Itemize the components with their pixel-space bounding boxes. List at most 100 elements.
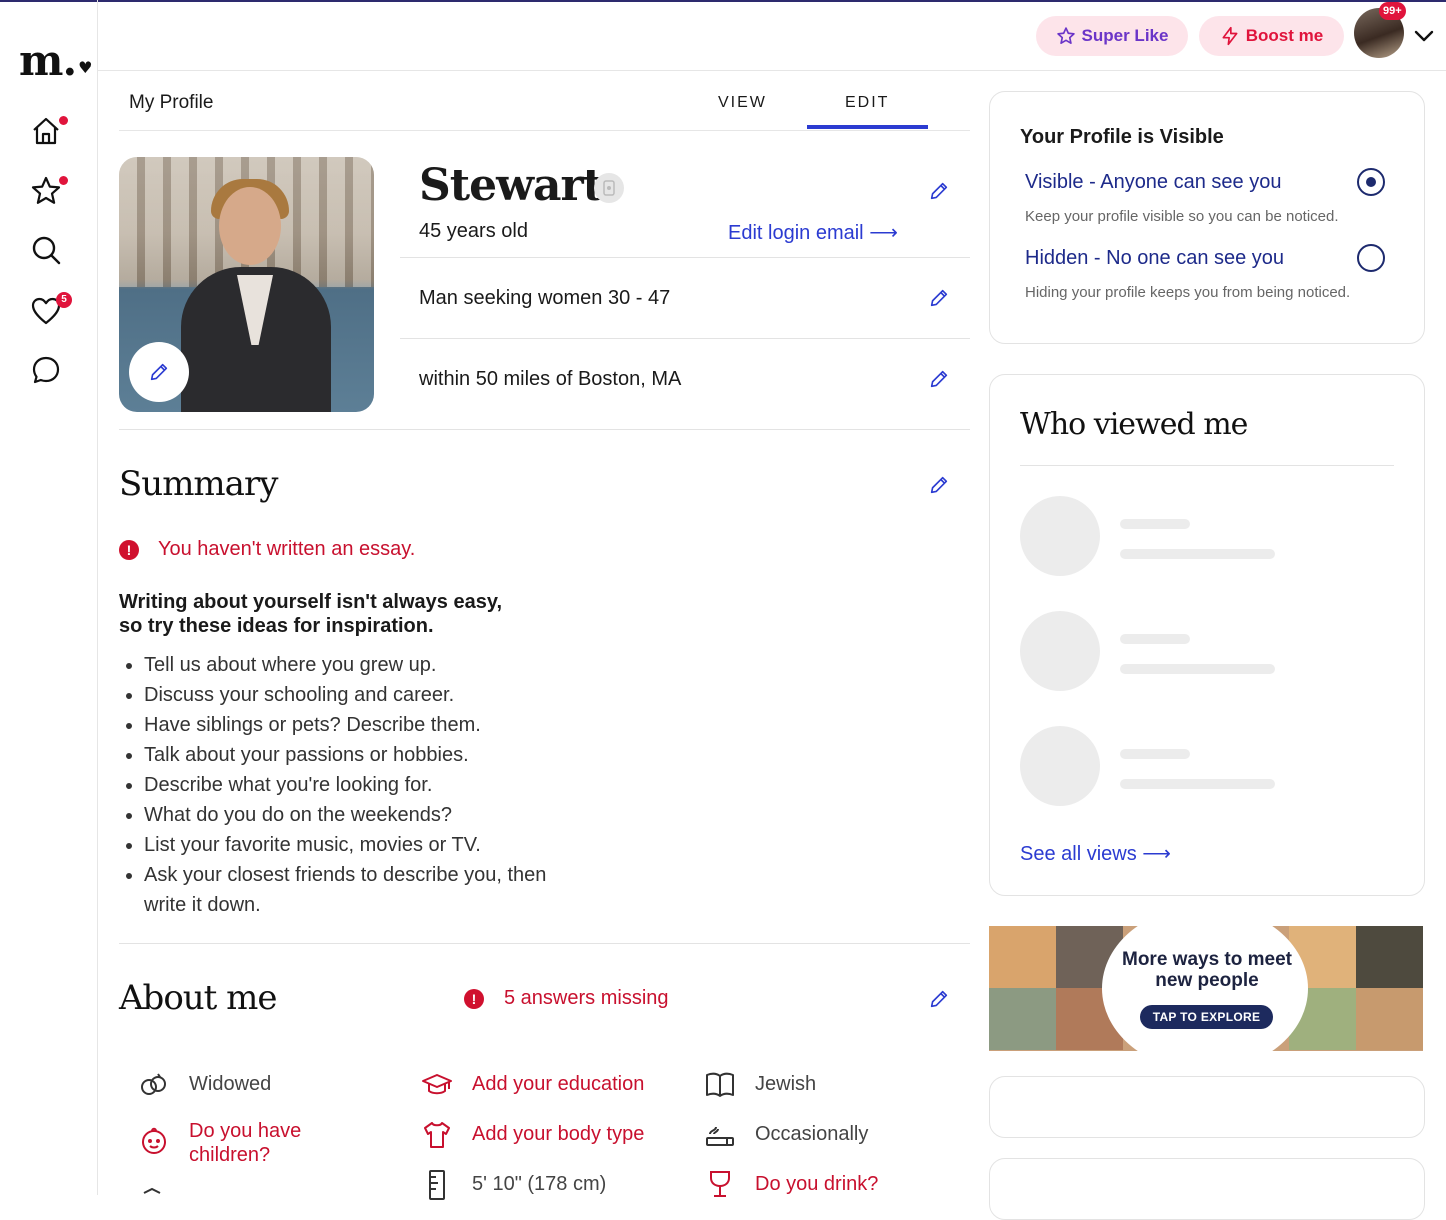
graduation-cap-icon: [421, 1069, 453, 1101]
list-item: Discuss your schooling and career.: [144, 680, 564, 710]
divider: [1020, 465, 1394, 466]
empty-card: [989, 1158, 1425, 1220]
smoking-icon: [704, 1119, 736, 1151]
list-item: Have siblings or pets? Describe them.: [144, 710, 564, 740]
children-prompt[interactable]: Do you have children?: [189, 1119, 339, 1167]
search-icon[interactable]: [30, 234, 66, 270]
logo[interactable]: m. ♥: [19, 40, 92, 91]
left-nav: m. ♥ 5: [0, 0, 98, 1195]
tap-to-explore-button[interactable]: TAP TO EXPLORE: [1140, 1005, 1273, 1029]
hidden-option-desc: Hiding your profile keeps you from being…: [1025, 284, 1351, 301]
ad-photo: [1356, 926, 1423, 988]
viewer-placeholder-line: [1120, 519, 1190, 529]
essay-missing-alert: You haven't written an essay.: [158, 538, 416, 560]
list-item: List your favorite music, movies or TV.: [144, 830, 564, 860]
hidden-option-label[interactable]: Hidden - No one can see you: [1025, 247, 1284, 270]
answers-missing-alert[interactable]: 5 answers missing: [504, 987, 669, 1010]
location-preference: within 50 miles of Boston, MA: [419, 368, 682, 390]
edit-login-email-link[interactable]: Edit login email ⟶: [728, 220, 898, 245]
cigarette-partial-icon: [138, 1183, 170, 1215]
super-like-label: Super Like: [1081, 26, 1169, 45]
viewer-placeholder-avatar: [1020, 726, 1100, 806]
who-viewed-me-card: Who viewed me See all views ⟶: [989, 374, 1425, 896]
alert-icon: !: [464, 989, 484, 1009]
hidden-radio[interactable]: [1357, 244, 1385, 272]
list-item: Talk about your passions or hobbies.: [144, 740, 564, 770]
essay-ideas-list: Tell us about where you grew up. Discuss…: [119, 650, 564, 920]
likes-count-badge: 5: [56, 292, 72, 308]
about-me-heading: About me: [119, 978, 278, 1018]
ad-photo: [989, 926, 1056, 988]
active-tab-indicator: [807, 125, 928, 129]
edit-photo-button[interactable]: [129, 342, 189, 402]
education-prompt[interactable]: Add your education: [472, 1072, 644, 1096]
edit-summary-pencil-icon[interactable]: [928, 474, 950, 496]
viewer-placeholder-line: [1120, 664, 1275, 674]
lightning-icon: [1222, 26, 1238, 46]
divider: [400, 338, 970, 339]
visible-option-label[interactable]: Visible - Anyone can see you: [1025, 171, 1281, 194]
list-item: Tell us about where you grew up.: [144, 650, 564, 680]
arrow-right-icon: ⟶: [1142, 843, 1171, 865]
arrow-right-icon: ⟶: [869, 222, 898, 244]
alert-icon: !: [119, 540, 139, 560]
visible-radio[interactable]: [1357, 168, 1385, 196]
drink-prompt[interactable]: Do you drink?: [755, 1172, 878, 1196]
verification-icon[interactable]: [594, 173, 624, 203]
chevron-down-icon[interactable]: [1412, 24, 1436, 48]
viewer-placeholder-line: [1120, 779, 1275, 789]
divider: [119, 429, 970, 430]
list-item: Ask your closest friends to describe you…: [144, 860, 564, 920]
divider: [400, 257, 970, 258]
marital-status: Widowed: [189, 1073, 272, 1095]
list-item: Describe what you're looking for.: [144, 770, 564, 800]
top-border: [0, 0, 1446, 2]
rings-icon: [138, 1069, 170, 1101]
height-value: 5' 10" (178 cm): [472, 1173, 607, 1195]
viewer-placeholder-line: [1120, 634, 1190, 644]
viewer-placeholder-line: [1120, 749, 1190, 759]
super-like-button[interactable]: Super Like: [1036, 16, 1188, 56]
body-type-prompt[interactable]: Add your body type: [472, 1122, 644, 1146]
notification-count-badge: 99+: [1379, 2, 1406, 20]
visible-option-desc: Keep your profile visible so you can be …: [1025, 208, 1339, 225]
ruler-icon: [421, 1168, 453, 1200]
summary-heading: Summary: [119, 464, 278, 504]
explore-banner-ad[interactable]: More ways to meet new people TAP TO EXPL…: [989, 926, 1423, 1051]
shirt-icon: [421, 1119, 453, 1151]
profile-name: Stewart: [419, 160, 603, 211]
home-notification-dot: [59, 116, 68, 125]
viewer-placeholder-avatar: [1020, 496, 1100, 576]
book-icon: [704, 1069, 736, 1101]
boost-me-button[interactable]: Boost me: [1199, 16, 1344, 56]
edit-location-pencil-icon[interactable]: [928, 368, 950, 390]
profile-tabs-bar: My Profile VIEW EDIT: [119, 78, 970, 131]
empty-card: [989, 1076, 1425, 1138]
star-outline-icon: [1056, 27, 1075, 45]
tab-edit[interactable]: EDIT: [845, 94, 889, 112]
visibility-title: Your Profile is Visible: [1020, 126, 1224, 148]
smoking-value: Occasionally: [755, 1123, 869, 1145]
edit-name-pencil-icon[interactable]: [928, 180, 950, 202]
pencil-icon: [150, 363, 168, 381]
page-title: My Profile: [129, 92, 214, 113]
who-viewed-me-heading: Who viewed me: [1020, 407, 1248, 442]
seeking-preference: Man seeking women 30 - 47: [419, 287, 671, 309]
inspiration-text: Writing about yourself isn't always easy…: [119, 591, 503, 637]
boost-me-label: Boost me: [1245, 26, 1324, 45]
baby-icon: [138, 1125, 170, 1157]
profile-age: 45 years old: [419, 220, 528, 242]
edit-about-pencil-icon[interactable]: [928, 988, 950, 1010]
list-item: What do you do on the weekends?: [144, 800, 564, 830]
header-divider: [97, 70, 1446, 71]
chat-icon[interactable]: [30, 354, 66, 390]
edit-seeking-pencil-icon[interactable]: [928, 287, 950, 309]
visibility-card: Your Profile is Visible Visible - Anyone…: [989, 91, 1425, 344]
star-notification-dot: [59, 176, 68, 185]
religion-value: Jewish: [755, 1073, 817, 1095]
ad-photo: [989, 988, 1056, 1050]
tab-view[interactable]: VIEW: [718, 94, 767, 112]
viewer-placeholder-avatar: [1020, 611, 1100, 691]
wine-glass-icon: [704, 1168, 736, 1200]
see-all-views-link[interactable]: See all views ⟶: [1020, 841, 1171, 866]
